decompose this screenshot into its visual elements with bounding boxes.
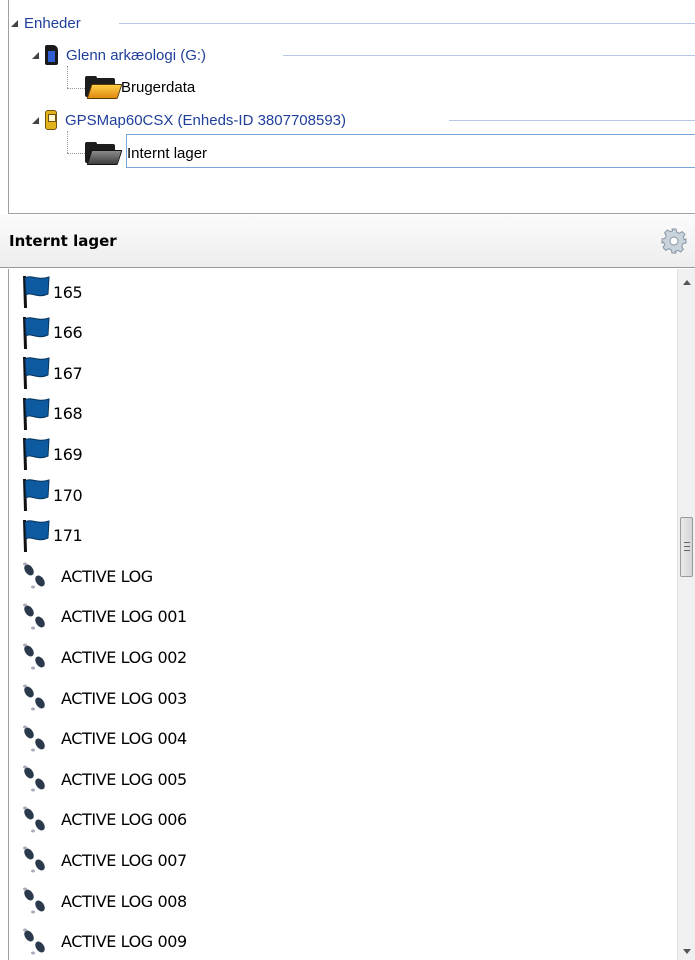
folder-label: Brugerdata	[121, 78, 196, 96]
footprints-icon	[23, 887, 45, 914]
waypoint-label: 170	[53, 485, 83, 505]
tree-item-internt-lager[interactable]: Internt lager	[85, 142, 208, 165]
waypoint-item[interactable]: 166	[19, 313, 83, 353]
track-label: ACTIVE LOG 004	[61, 729, 187, 749]
waypoint-label: 171	[53, 526, 83, 546]
footprints-icon	[23, 846, 45, 873]
track-item[interactable]: ACTIVE LOG 004	[19, 719, 187, 759]
track-item[interactable]: ACTIVE LOG 009	[19, 922, 187, 960]
folder-open-icon	[85, 142, 123, 165]
waypoint-item[interactable]: 169	[19, 434, 83, 474]
group-separator-line	[119, 23, 695, 24]
track-label: ACTIVE LOG 005	[61, 769, 187, 789]
tree-group-label: Enheder	[24, 14, 81, 32]
list-title: Internt lager	[9, 232, 117, 250]
collapse-arrow-icon[interactable]	[32, 116, 39, 124]
group-separator-line	[449, 120, 695, 121]
tree-connector	[67, 153, 85, 154]
track-item[interactable]: ACTIVE LOG 003	[19, 678, 187, 718]
waypoint-item[interactable]: 167	[19, 353, 83, 393]
waypoint-item[interactable]: 168	[19, 394, 83, 434]
footprints-icon	[23, 765, 45, 792]
footprints-icon	[23, 725, 45, 752]
scroll-thumb[interactable]	[680, 517, 693, 577]
list-header: Internt lager	[0, 215, 695, 268]
footprints-icon	[23, 684, 45, 711]
flag-icon	[23, 357, 50, 390]
footprints-icon	[23, 643, 45, 670]
device-label: GPSMap60CSX (Enheds-ID 3807708593)	[65, 111, 347, 129]
selection-highlight	[126, 134, 695, 168]
flag-icon	[23, 479, 50, 511]
footprints-icon	[23, 603, 45, 630]
track-item[interactable]: ACTIVE LOG 006	[19, 800, 187, 840]
track-item[interactable]: ACTIVE LOG 008	[19, 881, 187, 921]
tree-connector	[67, 131, 68, 153]
tree-item-gps-device[interactable]: GPSMap60CSX (Enheds-ID 3807708593)	[32, 109, 346, 131]
footprints-icon	[23, 562, 45, 589]
item-list[interactable]: 165 166 167 168 169 170 171 ACTIVE LOG A…	[8, 269, 695, 960]
flag-icon	[23, 397, 50, 430]
track-item[interactable]: ACTIVE LOG 002	[19, 637, 187, 677]
track-label: ACTIVE LOG 002	[61, 647, 187, 667]
waypoint-item[interactable]: 171	[19, 516, 83, 556]
track-label: ACTIVE LOG	[61, 566, 153, 586]
track-label: ACTIVE LOG 009	[61, 932, 187, 952]
waypoint-label: 167	[53, 363, 83, 383]
waypoint-label: 166	[53, 323, 83, 343]
tree-connector	[67, 88, 85, 89]
track-label: ACTIVE LOG 003	[61, 688, 187, 708]
tree-group-enheder[interactable]: Enheder	[11, 12, 81, 34]
track-item[interactable]: ACTIVE LOG 007	[19, 840, 187, 880]
track-label: ACTIVE LOG 007	[61, 850, 187, 870]
footprints-icon	[23, 928, 45, 955]
sd-card-icon	[45, 45, 58, 65]
waypoint-item[interactable]: 165	[19, 272, 83, 312]
flag-icon	[23, 519, 50, 552]
waypoint-label: 168	[53, 404, 83, 424]
track-item[interactable]: ACTIVE LOG 005	[19, 759, 187, 799]
tree-connector	[67, 66, 68, 88]
flag-icon	[23, 438, 50, 471]
group-separator-line	[283, 55, 695, 56]
flag-icon	[23, 276, 50, 308]
folder-label: Internt lager	[127, 144, 208, 162]
gps-device-icon	[45, 110, 57, 130]
vertical-scrollbar[interactable]	[677, 269, 695, 960]
track-label: ACTIVE LOG 008	[61, 891, 187, 911]
waypoint-label: 165	[53, 282, 83, 302]
waypoint-label: 169	[53, 444, 83, 464]
tree-item-sd-card[interactable]: Glenn arkæologi (G:)	[32, 44, 206, 66]
flag-icon	[23, 316, 50, 349]
track-label: ACTIVE LOG 006	[61, 810, 187, 830]
track-item[interactable]: ACTIVE LOG	[19, 556, 153, 596]
tree-item-brugerdata[interactable]: Brugerdata	[85, 76, 196, 99]
collapse-arrow-icon[interactable]	[32, 51, 39, 59]
footprints-icon	[23, 806, 45, 833]
waypoint-item[interactable]: 170	[19, 475, 83, 515]
track-label: ACTIVE LOG 001	[61, 607, 187, 627]
track-item[interactable]: ACTIVE LOG 001	[19, 597, 187, 637]
gear-icon[interactable]	[661, 228, 687, 254]
folder-icon	[85, 76, 123, 99]
device-label: Glenn arkæologi (G:)	[66, 46, 207, 64]
collapse-arrow-icon[interactable]	[11, 19, 18, 27]
scroll-down-arrow-icon[interactable]	[683, 949, 691, 954]
scroll-up-arrow-icon[interactable]	[683, 280, 691, 285]
device-tree: Enheder Glenn arkæologi (G:) Brugerdata …	[8, 0, 695, 214]
